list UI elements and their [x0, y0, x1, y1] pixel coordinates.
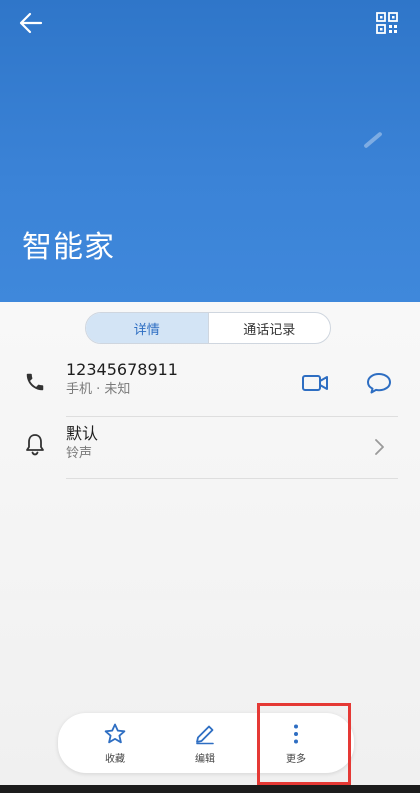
favorite-button[interactable]: 收藏: [80, 713, 150, 773]
contact-name: 智能家: [22, 230, 115, 265]
back-arrow-icon: [19, 12, 43, 34]
phone-number: 12345678911: [66, 360, 178, 379]
row-divider: [66, 478, 398, 479]
phone-type: 手机 · 未知: [66, 382, 131, 397]
detail-tabs: 详情 通话记录: [85, 312, 331, 344]
message-icon: [367, 373, 391, 394]
star-icon: [104, 723, 126, 743]
favorite-label: 收藏: [105, 753, 125, 765]
row-divider: [66, 416, 398, 417]
phone-number-row[interactable]: 12345678911 手机 · 未知: [0, 358, 420, 408]
back-button[interactable]: [14, 8, 48, 38]
chevron-right-icon: [375, 439, 384, 455]
message-button[interactable]: [364, 368, 394, 398]
qr-code-button[interactable]: [372, 8, 402, 38]
contact-header: 智能家: [0, 0, 420, 302]
more-label: 更多: [286, 753, 306, 765]
more-vertical-icon: [294, 724, 298, 743]
tab-details[interactable]: 详情: [86, 313, 209, 343]
screen-bottom-edge: [0, 785, 420, 793]
ringtone-label: 铃声: [66, 446, 93, 461]
bell-icon: [26, 434, 44, 456]
more-button[interactable]: 更多: [261, 713, 331, 773]
pen-icon: [196, 725, 214, 744]
edit-label: 编辑: [195, 753, 215, 765]
qr-code-icon: [376, 12, 398, 34]
bottom-action-bar: 收藏 编辑 更多: [58, 713, 354, 773]
video-call-button[interactable]: [300, 368, 330, 398]
phone-icon: [26, 373, 44, 391]
edit-button[interactable]: 编辑: [170, 713, 240, 773]
ringtone-value: 默认: [66, 424, 99, 443]
screen-glare: [363, 131, 383, 149]
tab-call-log[interactable]: 通话记录: [209, 313, 331, 343]
video-call-icon: [302, 375, 328, 391]
ringtone-row[interactable]: 默认 铃声: [0, 422, 420, 472]
